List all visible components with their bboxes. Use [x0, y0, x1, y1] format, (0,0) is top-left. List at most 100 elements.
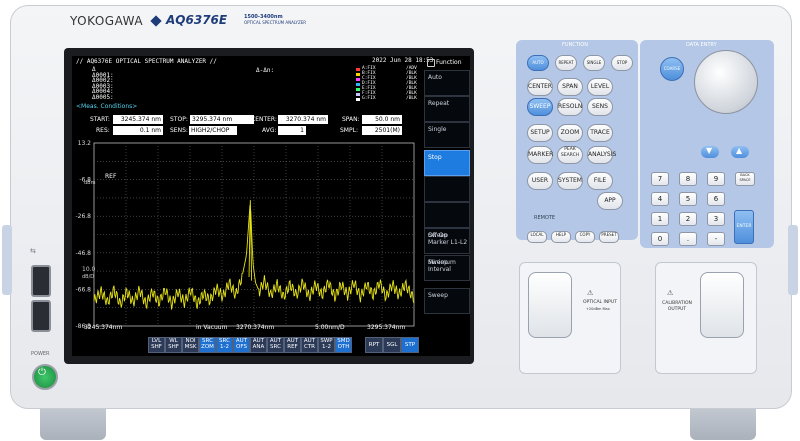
sweep-mode-button[interactable]: RPT: [365, 337, 383, 353]
power-icon: ⏻: [38, 367, 46, 378]
coarse-button[interactable]: COARSE: [660, 57, 684, 81]
softkey[interactable]: SWP 1-2: [318, 337, 335, 353]
remote-key[interactable]: HELP: [551, 231, 571, 243]
usb-port-1[interactable]: [31, 265, 51, 297]
numeric-key[interactable]: 6: [707, 192, 725, 206]
function-button[interactable]: Stop: [424, 150, 470, 176]
softkey-label-bottom: OTH: [337, 344, 350, 350]
x-vacuum-label: in Vacuum: [196, 324, 228, 331]
sweep-mode-button[interactable]: STP: [401, 337, 419, 353]
numeric-key[interactable]: 1: [651, 212, 669, 226]
panel-key[interactable]: RESOLN: [557, 98, 583, 116]
x-stop-label: 3295.374nm: [367, 324, 406, 331]
backspace-key[interactable]: BACK SPACE: [735, 172, 755, 186]
function-button[interactable]: Auto: [424, 70, 470, 96]
softkey[interactable]: SRC 1-2: [216, 337, 233, 353]
y-tick-label: -46.8: [75, 250, 91, 257]
panel-key[interactable]: SWEEP: [527, 98, 553, 116]
numeric-key[interactable]: 2: [679, 212, 697, 226]
panel-key[interactable]: APP: [597, 192, 623, 210]
softkey[interactable]: LVL SHF: [148, 337, 165, 353]
avg-label: AVG:: [262, 127, 277, 134]
numeric-key[interactable]: -: [707, 232, 725, 246]
softkey[interactable]: AUT SRC: [267, 337, 284, 353]
usb-port-2[interactable]: [31, 300, 51, 332]
panel-key-small[interactable]: REPEAT: [555, 55, 577, 71]
spectrum-chart[interactable]: 13.2-6.8-26.8-46.8-66.8-86.8 REF dBm 10.…: [72, 138, 422, 338]
panel-key[interactable]: TRACE: [587, 124, 613, 142]
panel-key[interactable]: SENS: [587, 98, 613, 116]
panel-key[interactable]: ANALYSIS: [587, 146, 616, 164]
numeric-key[interactable]: 9: [707, 172, 725, 186]
center-value[interactable]: 3270.374 nm: [278, 115, 328, 124]
softkey[interactable]: SMD OTH: [335, 337, 352, 353]
trace-color-swatch: [356, 93, 360, 96]
remote-key[interactable]: LOCAL: [527, 231, 547, 243]
function-button[interactable]: [424, 202, 470, 228]
panel-key[interactable]: FILE: [587, 172, 613, 190]
numeric-key[interactable]: 3: [707, 212, 725, 226]
panel-key-small[interactable]: SINGLE: [583, 55, 605, 71]
softkey[interactable]: WL SHF: [165, 337, 182, 353]
brand-logo: YOKOGAWA: [70, 14, 144, 28]
panel-key[interactable]: LEVEL: [587, 78, 613, 96]
panel-key-small[interactable]: STOP: [611, 55, 633, 71]
remote-key[interactable]: PRESET: [599, 231, 619, 243]
numeric-key[interactable]: 4: [651, 192, 669, 206]
trace-color-swatch: [356, 68, 360, 71]
remote-label: REMOTE: [534, 215, 556, 221]
remote-key[interactable]: COPY: [575, 231, 595, 243]
y-tick-label: 13.2: [78, 140, 92, 147]
stop-value[interactable]: 3295.374 nm: [190, 115, 254, 124]
start-value[interactable]: 3245.374 nm: [113, 115, 163, 124]
enter-key[interactable]: ENTER: [734, 210, 754, 244]
numeric-key[interactable]: .: [679, 232, 697, 246]
numeric-key[interactable]: 5: [679, 192, 697, 206]
function-button-label: Auto: [428, 74, 442, 81]
panel-key[interactable]: SYSTEM: [557, 172, 583, 190]
softkey[interactable]: NOI MSK: [182, 337, 199, 353]
numeric-key[interactable]: 0: [651, 232, 669, 246]
x-start-label: 3245.374nm: [84, 324, 123, 331]
smpl-value[interactable]: 2501(M): [362, 126, 402, 135]
panel-key[interactable]: USER: [527, 172, 553, 190]
softkey[interactable]: SRC ZOM: [199, 337, 216, 353]
panel-key[interactable]: PEAK SEARCH: [557, 146, 583, 164]
function-button[interactable]: Sweep: [424, 288, 470, 314]
panel-key[interactable]: ZOOM: [557, 124, 583, 142]
function-button[interactable]: [424, 176, 470, 202]
y-tick-label: -66.8: [75, 286, 91, 293]
panel-key[interactable]: CENTER: [527, 78, 553, 96]
div-value: 10.0: [82, 266, 96, 273]
function-button-label: Sweep: [428, 292, 448, 299]
numeric-key[interactable]: 7: [651, 172, 669, 186]
calibration-output-cover[interactable]: [700, 272, 744, 338]
function-button-label: Single: [428, 126, 447, 133]
panel-key[interactable]: SPAN: [557, 78, 583, 96]
screen-title: // AQ6376E OPTICAL SPECTRUM ANALYZER //: [76, 58, 217, 65]
optical-input-cover[interactable]: [528, 272, 572, 338]
rotary-knob[interactable]: [694, 50, 758, 114]
panel-key[interactable]: MARKER: [527, 146, 553, 164]
function-menu-icon: [427, 59, 435, 67]
sens-value[interactable]: HIGH2/CHOP: [189, 126, 237, 135]
span-value[interactable]: 50.0 nm: [362, 115, 402, 124]
softkey[interactable]: AUT OFS: [233, 337, 250, 353]
smpl-label: SMPL:: [340, 127, 358, 134]
softkey[interactable]: AUT CTR: [301, 337, 318, 353]
function-button[interactable]: Single: [424, 122, 470, 148]
avg-value[interactable]: 1: [278, 126, 306, 135]
sweep-mode-button[interactable]: SGL: [383, 337, 401, 353]
softkey-label-bottom: OFS: [236, 344, 247, 350]
trace-id[interactable]: G:FIX: [362, 96, 376, 102]
res-value[interactable]: 0.1 nm: [113, 126, 163, 135]
softkey[interactable]: AUT ANA: [250, 337, 267, 353]
function-button[interactable]: Sweep Marker L1-L2 Off On: [424, 228, 470, 254]
panel-key[interactable]: SETUP: [527, 124, 553, 142]
function-button[interactable]: Repeat: [424, 96, 470, 122]
span-label: SPAN:: [342, 116, 360, 123]
function-button[interactable]: Sweep Interval Minimum: [424, 255, 470, 281]
panel-key-small[interactable]: AUTO: [527, 55, 549, 71]
numeric-key[interactable]: 8: [679, 172, 697, 186]
softkey[interactable]: AUT REF: [284, 337, 301, 353]
